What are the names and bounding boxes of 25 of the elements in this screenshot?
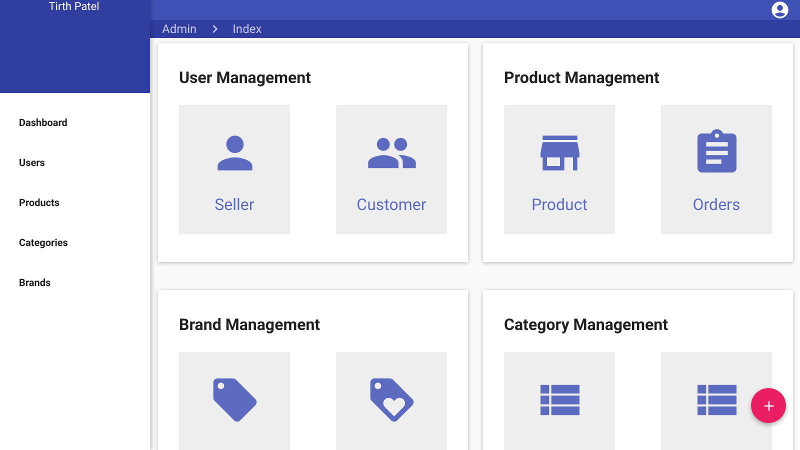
sidebar-item[interactable]: Brands [0,263,150,303]
sidebar-item[interactable]: Products [0,183,150,223]
card-title: Product Management [504,67,660,89]
card-title: Brand Management [179,314,322,336]
sidebar-item[interactable]: Dashboard [0,103,150,143]
tile[interactable]: Seller [179,105,290,234]
breadcrumb-link[interactable]: Admin [162,20,197,38]
user-name: Tirth Patel [48,1,100,13]
sidebar-item[interactable]: Categories [0,223,150,263]
tile[interactable]: Orders [661,105,772,234]
tile[interactable] [504,352,615,450]
tile[interactable] [661,352,772,450]
tile-label: Seller [214,194,254,216]
tile[interactable] [336,352,447,450]
account-icon[interactable] [770,0,790,20]
tile-label: Customer [356,194,426,216]
sidebar-item[interactable]: Users [0,143,150,183]
tile-label: Product [532,194,588,216]
tile[interactable] [179,352,290,450]
breadcrumb-link[interactable]: Index [232,20,262,38]
tile-label: Orders [692,194,740,216]
tile[interactable]: Customer [336,105,447,234]
card-title: User Management [179,67,312,89]
tile[interactable]: Product [504,105,615,234]
card-title: Category Management [504,314,670,336]
